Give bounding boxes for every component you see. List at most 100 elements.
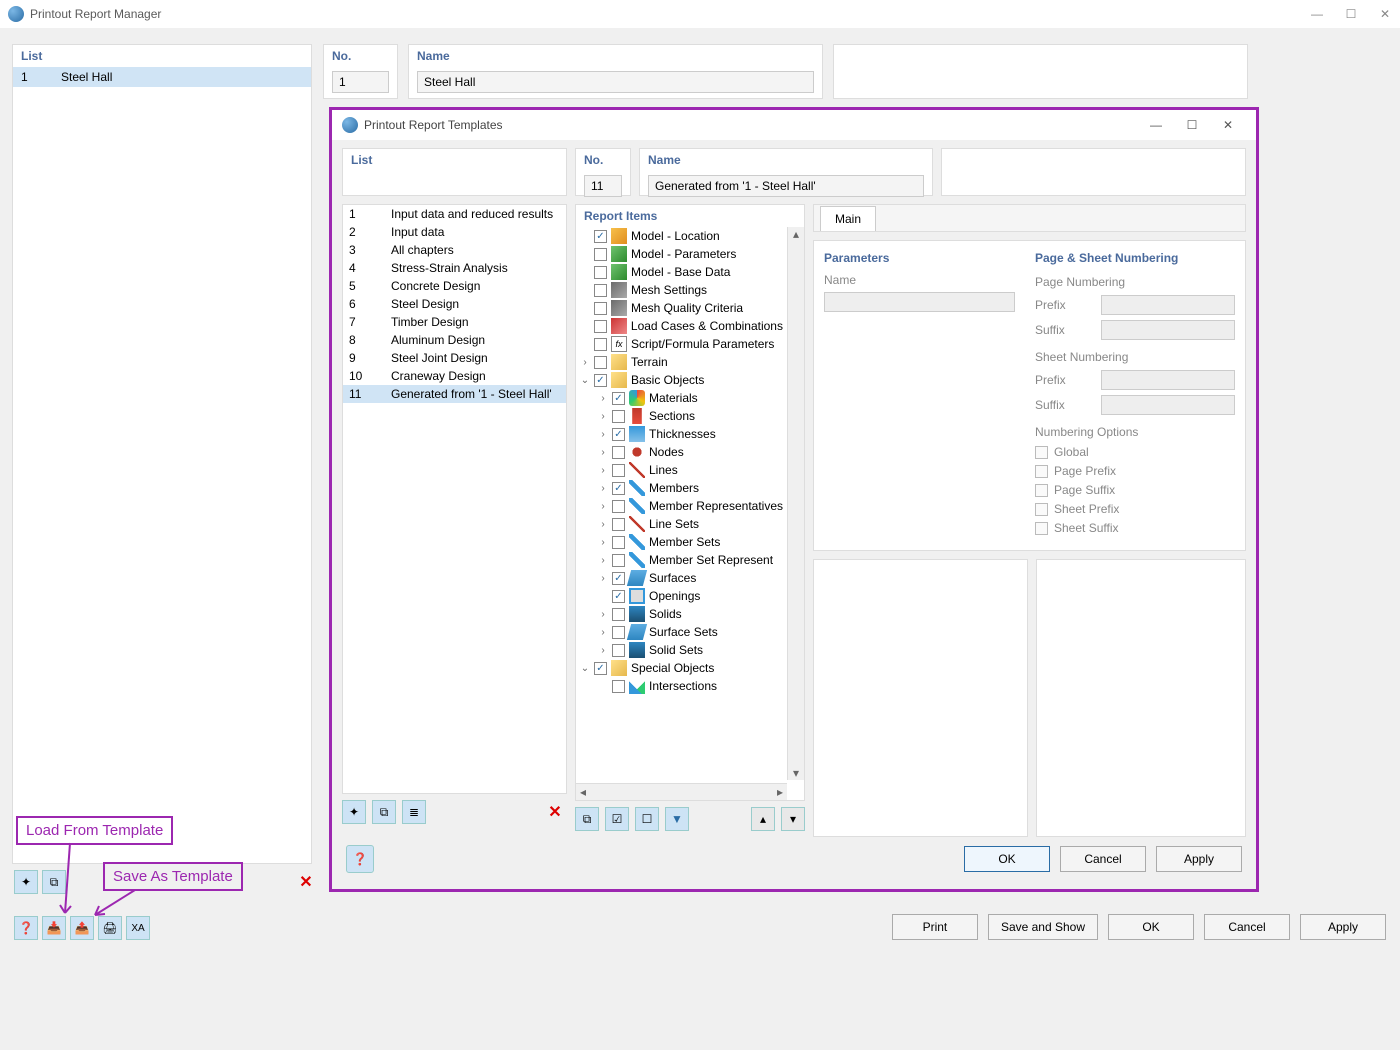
vscrollbar[interactable]: ▴▾	[787, 227, 804, 780]
tree-copy-icon[interactable]: ⧉	[575, 807, 599, 831]
tree-item[interactable]: ›✓Surfaces	[576, 569, 787, 587]
checkbox[interactable]	[594, 266, 607, 279]
checkbox[interactable]	[612, 680, 625, 693]
uncheck-all-icon[interactable]: ☐	[635, 807, 659, 831]
tree-item[interactable]: ›✓Materials	[576, 389, 787, 407]
expander-icon[interactable]: ›	[598, 519, 608, 530]
checkbox[interactable]	[612, 626, 625, 639]
maximize-icon[interactable]: ☐	[1174, 118, 1210, 132]
template-row[interactable]: 2Input data	[343, 223, 566, 241]
tree-item[interactable]: ›✓Thicknesses	[576, 425, 787, 443]
template-row[interactable]: 1Input data and reduced results	[343, 205, 566, 223]
expander-icon[interactable]: ›	[598, 645, 608, 656]
modal-cancel-button[interactable]: Cancel	[1060, 846, 1146, 872]
expander-icon[interactable]: ›	[598, 411, 608, 422]
tree-item[interactable]: fxScript/Formula Parameters	[576, 335, 787, 353]
sheet-prefix-input[interactable]	[1101, 370, 1235, 390]
check-all-icon[interactable]: ☑	[605, 807, 629, 831]
close-icon[interactable]: ✕	[1378, 7, 1392, 21]
delete-icon[interactable]: ✕	[294, 870, 318, 894]
template-list[interactable]: 1Input data and reduced results2Input da…	[342, 204, 567, 794]
tree-item[interactable]: ⌄✓Special Objects	[576, 659, 787, 677]
save-show-button[interactable]: Save and Show	[988, 914, 1098, 940]
checkbox[interactable]	[612, 410, 625, 423]
template-row[interactable]: 8Aluminum Design	[343, 331, 566, 349]
checkbox[interactable]	[612, 536, 625, 549]
report-tree[interactable]: ✓Model - LocationModel - ParametersModel…	[576, 227, 787, 783]
modal-ok-button[interactable]: OK	[964, 846, 1050, 872]
tree-item[interactable]: ›Member Sets	[576, 533, 787, 551]
list-row[interactable]: 1 Steel Hall	[13, 67, 311, 87]
apply-button[interactable]: Apply	[1300, 914, 1386, 940]
ok-button[interactable]: OK	[1108, 914, 1194, 940]
checkbox[interactable]: ✓	[612, 572, 625, 585]
param-name-input[interactable]	[824, 292, 1015, 312]
template-row[interactable]: 11Generated from '1 - Steel Hall'	[343, 385, 566, 403]
checkbox[interactable]	[594, 338, 607, 351]
checkbox[interactable]	[612, 446, 625, 459]
tree-item[interactable]: Load Cases & Combinations	[576, 317, 787, 335]
expander-icon[interactable]: ⌄	[580, 375, 590, 386]
template-row[interactable]: 9Steel Joint Design	[343, 349, 566, 367]
template-row[interactable]: 7Timber Design	[343, 313, 566, 331]
close-icon[interactable]: ✕	[1210, 118, 1246, 132]
opt-global-check[interactable]	[1035, 446, 1048, 459]
checkbox[interactable]: ✓	[594, 662, 607, 675]
sheet-suffix-input[interactable]	[1101, 395, 1235, 415]
template-row[interactable]: 5Concrete Design	[343, 277, 566, 295]
tree-item[interactable]: ›Terrain	[576, 353, 787, 371]
checkbox[interactable]: ✓	[612, 428, 625, 441]
new-icon[interactable]: ✦	[14, 870, 38, 894]
expander-icon[interactable]: ›	[598, 537, 608, 548]
checkbox[interactable]: ✓	[612, 590, 625, 603]
template-row[interactable]: 4Stress-Strain Analysis	[343, 259, 566, 277]
checkbox[interactable]	[612, 464, 625, 477]
expander-icon[interactable]: ›	[598, 555, 608, 566]
checkbox[interactable]	[594, 248, 607, 261]
opt-page-suffix-check[interactable]	[1035, 484, 1048, 497]
checkbox[interactable]	[594, 320, 607, 333]
expander-icon[interactable]: ›	[598, 465, 608, 476]
template-row[interactable]: 10Craneway Design	[343, 367, 566, 385]
checkbox[interactable]	[612, 608, 625, 621]
tree-item[interactable]: ›✓Members	[576, 479, 787, 497]
tree-item[interactable]: ›Solid Sets	[576, 641, 787, 659]
tree-item[interactable]: Model - Parameters	[576, 245, 787, 263]
page-prefix-input[interactable]	[1101, 295, 1235, 315]
opt-page-prefix-check[interactable]	[1035, 465, 1048, 478]
hscrollbar[interactable]: ◂▸	[576, 783, 787, 800]
checkbox[interactable]: ✓	[612, 482, 625, 495]
expander-icon[interactable]: ›	[598, 627, 608, 638]
tab-main[interactable]: Main	[820, 206, 876, 231]
checkbox[interactable]: ✓	[594, 374, 607, 387]
checkbox[interactable]	[612, 554, 625, 567]
checkbox[interactable]: ✓	[594, 230, 607, 243]
tree-item[interactable]: ›Lines	[576, 461, 787, 479]
move-up-icon[interactable]: ▴	[751, 807, 775, 831]
tree-item[interactable]: ⌄✓Basic Objects	[576, 371, 787, 389]
opt-sheet-prefix-check[interactable]	[1035, 503, 1048, 516]
minimize-icon[interactable]: —	[1310, 7, 1324, 21]
tree-item[interactable]: Mesh Settings	[576, 281, 787, 299]
tree-item[interactable]: Model - Base Data	[576, 263, 787, 281]
tree-item[interactable]: ✓Openings	[576, 587, 787, 605]
checkbox[interactable]	[594, 284, 607, 297]
tree-item[interactable]: ›Sections	[576, 407, 787, 425]
tree-item[interactable]: ›Member Representatives	[576, 497, 787, 515]
load-template-icon[interactable]: 📥	[42, 916, 66, 940]
help-icon[interactable]: ❓	[14, 916, 38, 940]
cancel-button[interactable]: Cancel	[1204, 914, 1290, 940]
print-button[interactable]: Print	[892, 914, 978, 940]
tree-item[interactable]: ›Solids	[576, 605, 787, 623]
expander-icon[interactable]: ›	[580, 357, 590, 368]
minimize-icon[interactable]: —	[1138, 118, 1174, 132]
help-icon[interactable]: ❓	[346, 845, 374, 873]
template-row[interactable]: 6Steel Design	[343, 295, 566, 313]
checkbox[interactable]	[594, 302, 607, 315]
tree-item[interactable]: Intersections	[576, 677, 787, 695]
expander-icon[interactable]: ›	[598, 483, 608, 494]
checkbox[interactable]	[612, 644, 625, 657]
tree-item[interactable]: Mesh Quality Criteria	[576, 299, 787, 317]
checkbox[interactable]	[612, 518, 625, 531]
list-icon[interactable]: ≣	[402, 800, 426, 824]
